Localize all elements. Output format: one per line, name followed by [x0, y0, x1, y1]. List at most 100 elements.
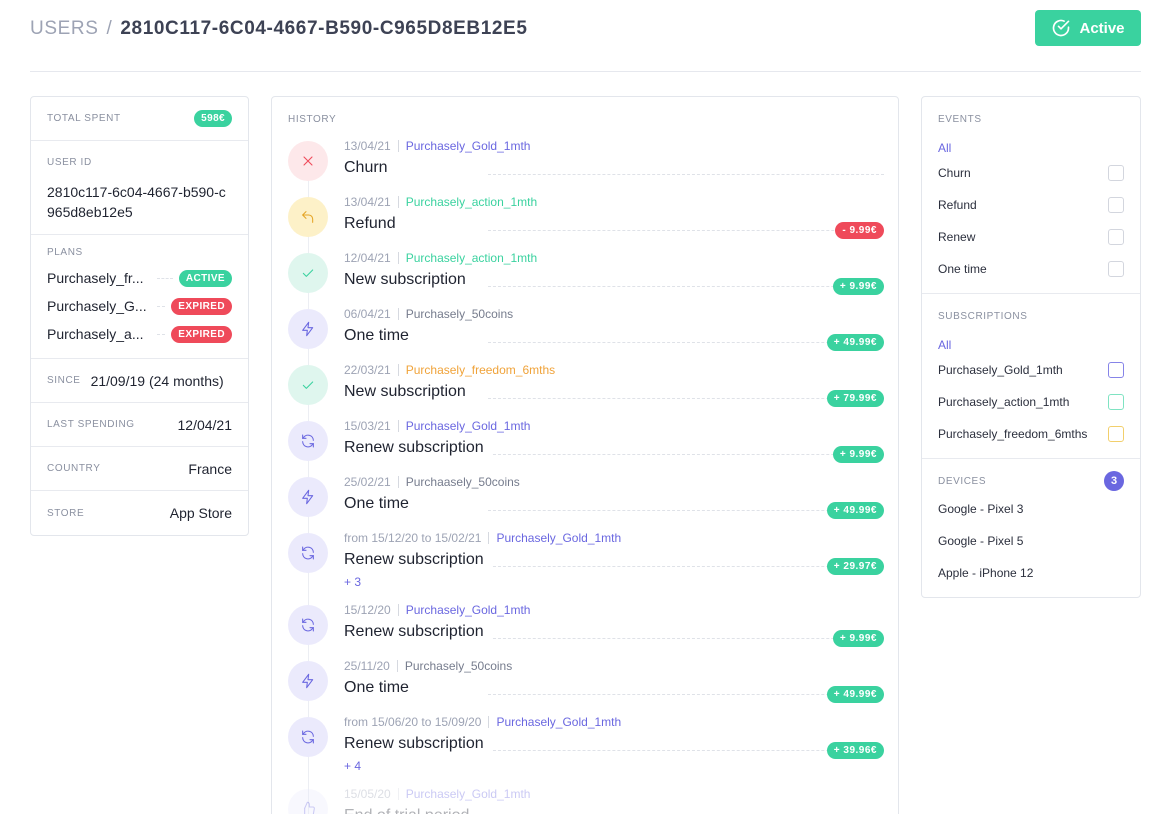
event-product-link[interactable]: Purchasely_Gold_1mth [406, 139, 531, 153]
device-item[interactable]: Google - Pixel 5 [938, 525, 1124, 557]
event-title: Refund [344, 215, 404, 233]
subscription-filter-option-label: Purchasely_action_1mth [938, 395, 1070, 409]
event-date: 12/04/21 [344, 251, 391, 265]
subscription-filter-option[interactable]: Purchasely_freedom_6mths [938, 418, 1124, 450]
subscription-filter-option[interactable]: Purchasely_Gold_1mth [938, 354, 1124, 386]
event-more-link[interactable]: + 4 [344, 759, 361, 773]
subscription-filter-checkbox[interactable] [1108, 362, 1124, 378]
active-status-label: Active [1079, 19, 1125, 37]
event-meta-divider [397, 364, 399, 376]
devices-section: DEVICES 3 Google - Pixel 3 Google - Pixe… [922, 459, 1140, 597]
subscription-filter-option[interactable]: Purchasely_action_1mth [938, 386, 1124, 418]
user-id-value: 2810c117-6c04-4667-b590-c965d8eb12e5 [47, 184, 226, 220]
event-icon-badge [288, 309, 328, 349]
subscriptions-filter-section: SUBSCRIPTIONS All Purchasely_Gold_1mth P… [922, 294, 1140, 459]
event-filter-checkbox[interactable] [1108, 197, 1124, 213]
last-spending-value: 12/04/21 [177, 416, 233, 433]
refresh-icon [302, 618, 314, 632]
event-more-link[interactable]: + 3 [344, 575, 361, 589]
event-title: One time [344, 327, 417, 345]
event-amount-badge: + 29.97€ [826, 558, 884, 575]
refresh-icon [302, 546, 314, 560]
event-product-link[interactable]: Purchasely_action_1mth [406, 251, 537, 265]
event-date: from 15/12/20 to 15/02/21 [344, 531, 482, 545]
breadcrumb-users-link[interactable]: USERS [30, 18, 98, 40]
lightning-icon [302, 673, 314, 689]
event-icon-badge [288, 661, 328, 701]
last-spending-label: LAST SPENDING [47, 419, 135, 430]
event-icon-badge [288, 789, 328, 814]
event-title: Renew subscription [344, 439, 492, 457]
event-filter-option[interactable]: Refund [938, 189, 1124, 221]
event-product-link[interactable]: Purchasely_Gold_1mth [496, 531, 621, 545]
event-title: Churn [344, 159, 396, 177]
event-dash-line [488, 510, 884, 511]
event-filter-option[interactable]: Churn [938, 157, 1124, 189]
event-meta-divider [396, 660, 398, 672]
event-dash-line [488, 230, 884, 231]
event-meta-divider [397, 476, 399, 488]
device-item[interactable]: Google - Pixel 3 [938, 493, 1124, 525]
subscription-filter-checkbox[interactable] [1108, 426, 1124, 442]
total-spent-badge: 598€ [194, 110, 232, 127]
event-icon-badge [288, 477, 328, 517]
plans-section: PLANS Purchasely_fr... ACTIVE Purchasely… [31, 235, 248, 359]
store-section: STORE App Store [31, 491, 248, 535]
event-filter-checkbox[interactable] [1108, 261, 1124, 277]
event-icon-badge [288, 253, 328, 293]
plans-label: PLANS [47, 247, 83, 258]
event-filter-checkbox[interactable] [1108, 229, 1124, 245]
refresh-icon [302, 434, 314, 448]
event-icon-badge [288, 365, 328, 405]
event-date: 25/02/21 [344, 475, 391, 489]
store-value: App Store [169, 505, 232, 521]
event-title: Renew subscription [344, 735, 492, 753]
event-filter-option[interactable]: Renew [938, 221, 1124, 253]
event-product-link[interactable]: Purchaasely_50coins [406, 475, 520, 489]
plan-status-badge: ACTIVE [178, 269, 232, 287]
since-section: SINCE 21/09/19 (24 months) [31, 359, 248, 403]
event-meta-divider [397, 252, 399, 264]
events-filter-label: EVENTS [938, 113, 982, 125]
plan-row[interactable]: Purchasely_G... EXPIRED [47, 292, 232, 320]
event-dash-line [488, 454, 884, 455]
event-icon-badge [288, 141, 328, 181]
event-title: New subscription [344, 271, 474, 289]
event-product-link[interactable]: Purchasely_Gold_1mth [406, 419, 531, 433]
devices-count-badge: 3 [1104, 471, 1124, 491]
country-value: France [188, 460, 232, 477]
event-dash-line [488, 286, 884, 287]
event-meta: 22/03/21 Purchasely_freedom_6mths [344, 363, 555, 377]
event-product-link[interactable]: Purchasely_50coins [406, 307, 513, 321]
event-title: Renew subscription [344, 623, 492, 641]
plan-status-badge: EXPIRED [171, 325, 232, 343]
subscription-filter-option-label: Purchasely_Gold_1mth [938, 363, 1063, 377]
subscription-filter-checkbox[interactable] [1108, 394, 1124, 410]
events-filter-all-link[interactable]: All [938, 141, 1124, 157]
since-value: 21/09/19 (24 months) [90, 372, 224, 389]
event-meta: 25/11/20 Purchasely_50coins [344, 659, 512, 673]
check-icon [302, 269, 314, 277]
refresh-icon [302, 730, 314, 744]
event-amount-badge: + 79.99€ [826, 390, 884, 407]
active-status-button[interactable]: Active [1035, 10, 1141, 46]
event-filter-option[interactable]: One time [938, 253, 1124, 285]
user-summary-panel: TOTAL SPENT 598€ USER ID 2810c117-6c04-4… [30, 96, 249, 536]
history-panel[interactable]: HISTORY 13/04/21 Purchasely_Gold_1mth Chur… [271, 96, 899, 814]
store-label: STORE [47, 507, 85, 519]
event-date: 15/12/20 [344, 603, 391, 617]
event-dash-line [488, 638, 884, 639]
event-product-link[interactable]: Purchasely_freedom_6mths [406, 363, 555, 377]
event-product-link[interactable]: Purchasely_Gold_1mth [496, 715, 621, 729]
plan-row[interactable]: Purchasely_fr... ACTIVE [47, 264, 232, 292]
event-product-link[interactable]: Purchasely_action_1mth [406, 195, 537, 209]
plan-row[interactable]: Purchasely_a... EXPIRED [47, 320, 232, 348]
event-product-link[interactable]: Purchasely_Gold_1mth [406, 787, 531, 801]
event-product-link[interactable]: Purchasely_Gold_1mth [406, 603, 531, 617]
event-product-link[interactable]: Purchasely_50coins [405, 659, 512, 673]
event-meta-divider [397, 420, 399, 432]
device-item[interactable]: Apple - iPhone 12 [938, 557, 1124, 589]
subscriptions-filter-all-link[interactable]: All [938, 338, 1124, 354]
event-filter-checkbox[interactable] [1108, 165, 1124, 181]
country-label: COUNTRY [47, 463, 101, 474]
